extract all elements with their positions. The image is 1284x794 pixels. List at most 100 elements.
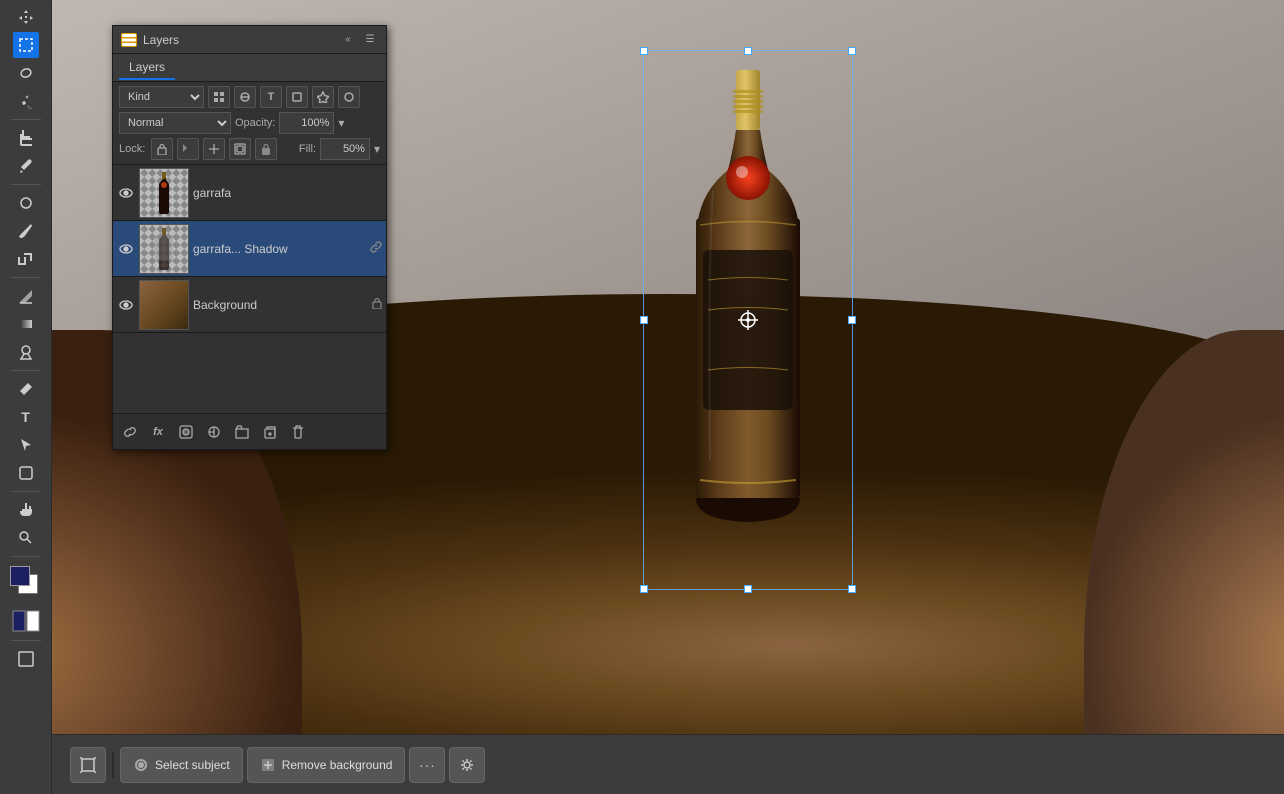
tool-crop[interactable]	[13, 125, 39, 151]
layer-bg-thumb	[139, 280, 189, 330]
layer-shadow-visibility[interactable]	[117, 240, 135, 258]
layer-bg-visibility[interactable]	[117, 296, 135, 314]
fill-chevron[interactable]: ▾	[374, 142, 380, 156]
lock-label: Lock:	[119, 143, 145, 155]
tool-type[interactable]: T	[13, 404, 39, 430]
tool-heal[interactable]	[13, 190, 39, 216]
lock-position-btn[interactable]	[203, 138, 225, 160]
lock-artboard-btn[interactable]	[229, 138, 251, 160]
lock-pixels-btn[interactable]	[151, 138, 173, 160]
select-subject-button[interactable]: Select subject	[120, 747, 243, 783]
tool-clone[interactable]	[13, 246, 39, 272]
bottom-sep-1	[112, 752, 114, 778]
separator-7	[11, 640, 41, 641]
opacity-label: Opacity:	[235, 117, 275, 129]
tool-eyedropper[interactable]	[13, 153, 39, 179]
tool-move[interactable]	[13, 4, 39, 30]
layers-footer: fx	[113, 413, 386, 449]
panel-tabs: Layers	[113, 54, 386, 82]
opacity-chevron[interactable]: ▾	[338, 116, 344, 130]
layer-list: garrafa garrafa... Shadow	[113, 165, 386, 333]
layers-empty-space	[113, 333, 386, 413]
remove-bg-label: Remove background	[282, 758, 393, 772]
tool-shape[interactable]	[13, 460, 39, 486]
bottom-more-btn[interactable]: ···	[409, 747, 445, 783]
left-toolbar: T	[0, 0, 52, 794]
tool-pen[interactable]	[13, 376, 39, 402]
footer-adjustment-btn[interactable]	[203, 421, 225, 443]
bottom-toolbar: Select subject Remove background ···	[52, 734, 1284, 794]
layers-controls: Kind T	[113, 82, 386, 165]
panel-collapse-btn[interactable]: «	[340, 32, 356, 48]
tool-select-rect[interactable]	[13, 32, 39, 58]
layer-item-background[interactable]: Background	[113, 277, 386, 333]
layers-panel-icon	[121, 33, 137, 47]
footer-delete-btn[interactable]	[287, 421, 309, 443]
tool-brush[interactable]	[13, 218, 39, 244]
layer-shadow-name: garrafa... Shadow	[193, 242, 364, 256]
separator-4	[11, 370, 41, 371]
footer-new-layer-btn[interactable]	[259, 421, 281, 443]
remove-bg-icon	[260, 757, 276, 773]
tool-path-select[interactable]	[13, 432, 39, 458]
select-subject-icon	[133, 757, 149, 773]
layers-lock-row: Lock: Fill: ▾	[119, 138, 380, 160]
layers-panel-title: Layers	[143, 33, 334, 47]
layers-panel: Layers « ☰ Layers Kind T	[112, 25, 387, 450]
tool-magic-wand[interactable]	[13, 88, 39, 114]
layer-shadow-link-icon	[370, 241, 382, 256]
bottle-image	[648, 50, 848, 590]
filter-smart-btn[interactable]	[312, 86, 334, 108]
footer-fx-btn[interactable]: fx	[147, 421, 169, 443]
layer-bg-name: Background	[193, 298, 368, 312]
tool-screen-mode[interactable]	[13, 646, 39, 672]
filter-toggle-btn[interactable]	[338, 86, 360, 108]
select-subject-label: Select subject	[155, 758, 230, 772]
lock-image-btn[interactable]	[177, 138, 199, 160]
blend-mode-select[interactable]: Normal	[119, 112, 231, 134]
separator-5	[11, 491, 41, 492]
more-icon: ···	[419, 757, 436, 773]
layers-filter-row: Kind T	[119, 86, 380, 108]
tool-hand[interactable]	[13, 497, 39, 523]
tool-lasso[interactable]	[13, 60, 39, 86]
layers-blend-row: Normal Opacity: 100% ▾	[119, 112, 380, 134]
color-fg-swatch[interactable]	[10, 566, 30, 586]
footer-link-btn[interactable]	[119, 421, 141, 443]
layer-shadow-thumb	[139, 224, 189, 274]
layer-garrafa-visibility[interactable]	[117, 184, 135, 202]
tool-eraser[interactable]	[13, 283, 39, 309]
separator-6	[11, 556, 41, 557]
filter-pixel-btn[interactable]	[208, 86, 230, 108]
panel-menu-btn[interactable]: ☰	[362, 32, 378, 48]
layer-garrafa-name: garrafa	[193, 186, 382, 200]
layer-item-garrafa[interactable]: garrafa	[113, 165, 386, 221]
layers-tab[interactable]: Layers	[119, 56, 175, 80]
layers-titlebar: Layers « ☰	[113, 26, 386, 54]
tool-quick-mask[interactable]	[12, 610, 40, 635]
main-area: Select subject Remove background ··· Lay…	[52, 0, 1284, 794]
bottom-settings-btn[interactable]	[449, 747, 485, 783]
filter-shape-btn[interactable]	[286, 86, 308, 108]
tool-zoom[interactable]	[13, 525, 39, 551]
filter-kind-select[interactable]: Kind	[119, 86, 204, 108]
separator-3	[11, 277, 41, 278]
color-swatches[interactable]	[8, 566, 44, 602]
lock-all-btn[interactable]	[255, 138, 277, 160]
footer-mask-btn[interactable]	[175, 421, 197, 443]
filter-adjustment-btn[interactable]	[234, 86, 256, 108]
separator-1	[11, 119, 41, 120]
layer-item-garrafa-shadow[interactable]: garrafa... Shadow	[113, 221, 386, 277]
tool-gradient[interactable]	[13, 311, 39, 337]
remove-bg-button[interactable]: Remove background	[247, 747, 406, 783]
bottom-transform-btn[interactable]	[70, 747, 106, 783]
layer-bg-lock-icon	[372, 297, 382, 312]
opacity-input[interactable]: 100%	[279, 112, 334, 134]
fill-input[interactable]	[320, 138, 370, 160]
footer-group-btn[interactable]	[231, 421, 253, 443]
filter-type-btn[interactable]: T	[260, 86, 282, 108]
separator-2	[11, 184, 41, 185]
layer-garrafa-thumb	[139, 168, 189, 218]
fill-label: Fill:	[299, 143, 316, 155]
tool-dodge[interactable]	[13, 339, 39, 365]
